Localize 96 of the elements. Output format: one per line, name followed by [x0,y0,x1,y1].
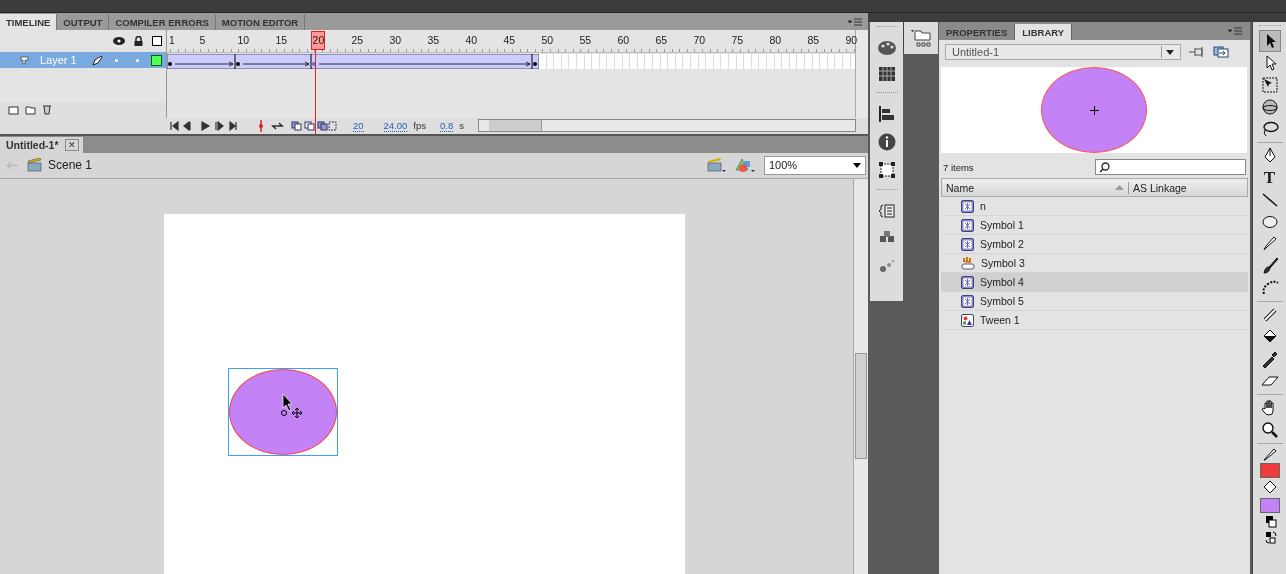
code-snippets-icon[interactable] [878,203,895,219]
dropdown-caret-icon [853,162,861,168]
movie-clip-icon [961,218,974,232]
frame-number: 30 [389,34,402,46]
movie-clip-icon [961,275,974,289]
frame-number: 5 [199,34,206,46]
seconds-unit: s [459,120,464,132]
text-tool[interactable]: T [1263,168,1276,188]
stage-canvas[interactable] [164,214,685,574]
panel-tab[interactable]: TIMELINE [0,14,58,30]
outline-icon[interactable] [152,36,162,46]
lock-icon[interactable] [134,36,143,46]
edit-scene-icon[interactable] [707,157,726,173]
library-item[interactable]: Symbol 2 [941,235,1248,254]
frame-number: 60 [617,34,630,46]
motion-presets-icon[interactable] [878,257,895,273]
pencil-icon [92,54,103,66]
timeline-horizontal-scrollbar[interactable] [478,119,856,133]
selected-ellipse-symbol[interactable] [228,368,338,456]
frame-number: 90 [845,34,858,46]
hand-button-icon [961,256,975,270]
selection-tool-icon[interactable] [1259,31,1280,51]
elapsed-time[interactable]: 0.8 [440,119,454,132]
frame-number: 75 [731,34,744,46]
frame-number: 40 [465,34,478,46]
movie-clip-icon [961,199,974,213]
palette-icon[interactable] [876,40,897,56]
panel-tab[interactable]: LIBRARY [1015,24,1073,40]
frame-number: 25 [351,34,364,46]
trash-icon[interactable] [42,104,52,116]
zoom-tool-icon[interactable] [1259,420,1280,440]
3d-rotation-tool-icon[interactable] [1259,97,1280,117]
folder-icon[interactable] [25,104,36,115]
search-field[interactable] [1095,159,1246,175]
visibility-dot-icon[interactable] [115,58,118,62]
align-icon[interactable] [878,106,895,122]
lock-dot-icon[interactable] [136,58,139,62]
registration-point-icon [1089,105,1099,115]
eye-icon[interactable] [113,37,125,45]
pin-icon[interactable] [1189,46,1205,58]
library-item[interactable]: n [941,197,1248,216]
library-document-dropdown[interactable]: Untitled-1 [945,44,1181,60]
frame-number: 70 [693,34,706,46]
movie-clip-icon [961,294,974,308]
panel-tab[interactable]: MOTION EDITOR [215,14,306,30]
free-transform-tool-icon[interactable] [1259,75,1280,95]
panel-menu-icon[interactable] [848,17,862,26]
new-library-panel-icon[interactable] [1213,46,1229,58]
document-tab[interactable]: Untitled-1* ✕ [0,136,83,153]
library-panel-icon[interactable] [910,29,932,47]
color-swatch[interactable] [1259,498,1280,513]
frame-number: 80 [769,34,782,46]
frame-number: 15 [275,34,288,46]
close-tab-button[interactable]: ✕ [64,138,79,151]
frame-number: 55 [579,34,592,46]
panel-tab[interactable]: OUTPUT [57,14,110,30]
dropdown-caret-icon [1166,49,1174,55]
frame-number: 65 [655,34,668,46]
current-frame[interactable]: 20 [353,119,364,132]
clapperboard-icon [27,158,42,173]
edit-symbols-icon[interactable] [734,157,756,173]
swatches-grid-icon[interactable] [878,67,895,81]
transform-icon[interactable] [878,162,895,178]
frame-number: 1 [169,34,175,46]
zoom-dropdown[interactable]: 100% [764,155,866,175]
frame-rate[interactable]: 24.00 [383,119,408,132]
library-item[interactable]: Symbol 1 [941,216,1248,235]
layer-icon [20,55,30,65]
loop-icon[interactable] [270,121,285,131]
column-header[interactable]: AS Linkage [1128,181,1243,194]
new-layer-icon[interactable] [8,104,19,115]
search-icon [1099,161,1110,173]
timeline-scrollbar[interactable] [855,30,868,118]
movie-clip-icon [961,237,974,251]
panel-menu-icon[interactable] [1228,27,1242,35]
sort-arrow-icon [1115,185,1124,190]
panel-tab[interactable]: COMPILER ERRORS [109,14,216,30]
onion-skin-icon[interactable] [291,120,337,131]
frame-number: 50 [541,34,554,46]
layer-outline-color-icon[interactable] [151,54,162,66]
column-header[interactable]: Name [946,181,1115,194]
frame-number: 35 [427,34,440,46]
frame-number: 10 [237,34,250,46]
library-item[interactable]: Symbol 5 [941,292,1248,311]
info-icon[interactable] [877,133,896,151]
center-frame-icon[interactable] [258,119,264,132]
graphic-symbol-icon [961,313,974,327]
library-item[interactable]: Symbol 4 [941,273,1248,292]
scene-label[interactable]: Scene 1 [48,158,93,173]
stage-scrollbar[interactable] [853,179,868,574]
fps-unit: fps [413,120,427,132]
frame-number: 45 [503,34,516,46]
color-swatch[interactable] [1259,463,1280,478]
playhead[interactable]: 20 [311,31,326,50]
item-count: 7 items [943,161,974,173]
frame-number: 85 [807,34,820,46]
